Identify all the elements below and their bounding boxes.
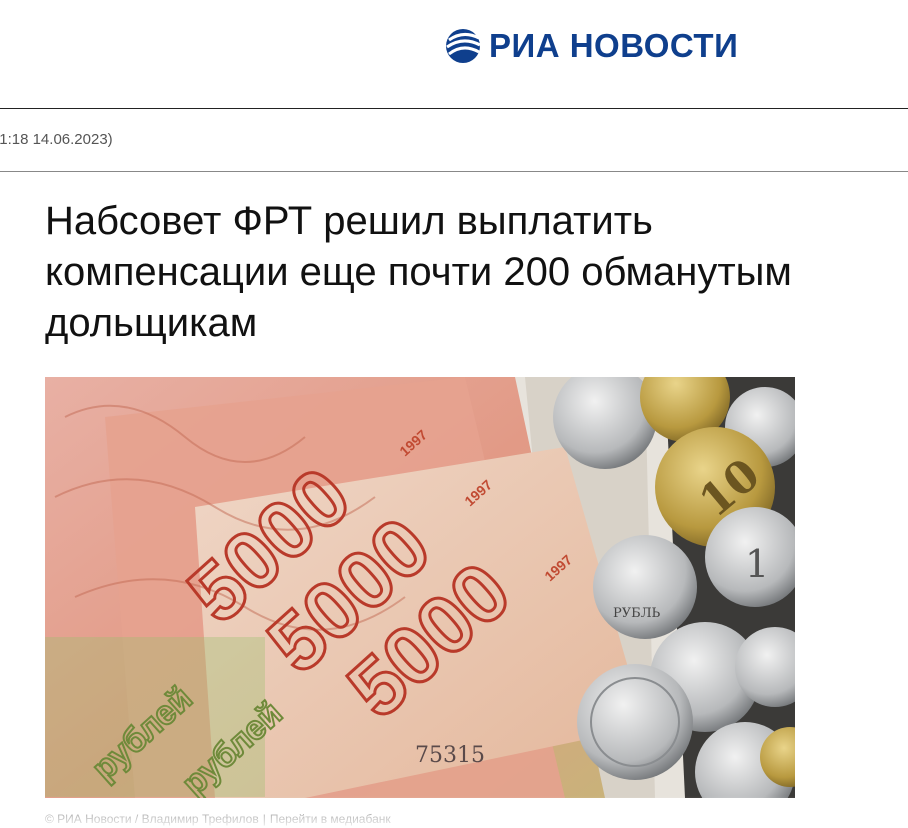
ria-logo[interactable]: РИА НОВОСТИ (443, 26, 738, 66)
eagle-coin (577, 664, 693, 780)
meta-divider (0, 171, 908, 172)
ria-globe-icon (446, 29, 481, 63)
coin-one-label: 1 (745, 542, 769, 586)
banknotes-and-coins-image: 5000 5000 5000 1997 1997 1997 рублей руб… (45, 377, 795, 798)
one-ruble-coin (593, 535, 697, 639)
header-divider (0, 108, 908, 109)
mediabank-link[interactable]: Перейти в медиабанк (270, 812, 391, 826)
site-header: РИА НОВОСТИ (0, 0, 908, 108)
coin-word-label: РУБЛЬ (613, 606, 661, 621)
article-title: Набсовет ФРТ решил выплатить компенсации… (45, 199, 792, 345)
article-datetime: 11:18 14.06.2023) (0, 131, 113, 148)
banknote-serial: 75315 (415, 743, 485, 768)
logo-text: РИА НОВОСТИ (489, 27, 739, 64)
photo-credit: © РИА Новости / Владимир Трефилов (45, 812, 259, 826)
caption-separator: | (262, 812, 266, 826)
photo-caption: © РИА Новости / Владимир Трефилов | Перейт… (45, 812, 391, 826)
article-photo[interactable]: 5000 5000 5000 1997 1997 1997 рублей руб… (45, 377, 795, 798)
